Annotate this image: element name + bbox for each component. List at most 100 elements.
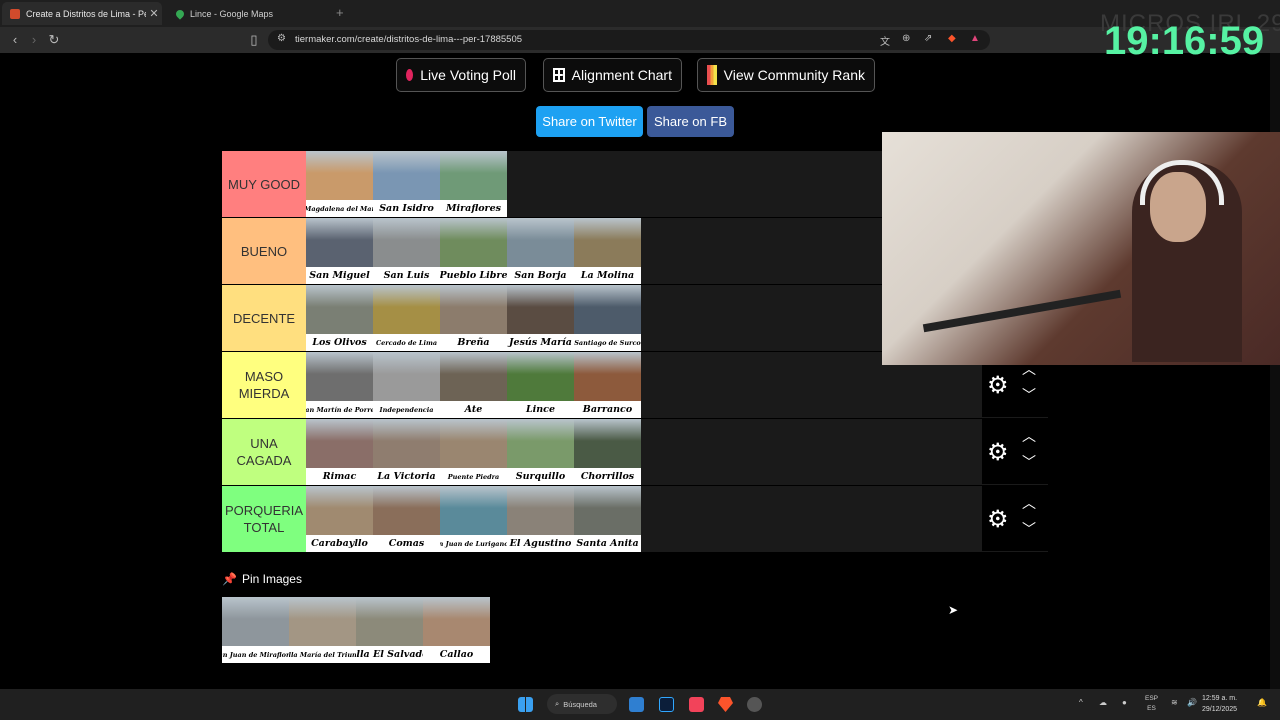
pin-images-toggle[interactable]: 📌 Pin Images	[222, 572, 302, 586]
district-photo	[306, 352, 373, 401]
system-clock[interactable]: 12:59 a. m. 29/12/2025	[1202, 693, 1237, 715]
district-image-card[interactable]: San Martín de Porres	[306, 352, 373, 418]
district-photo	[507, 352, 574, 401]
address-bar[interactable]: ⚙ tiermaker.com/create/distritos-de-lima…	[268, 30, 990, 50]
cloud-icon[interactable]: ☁	[1099, 698, 1107, 707]
district-image-card[interactable]: Barranco	[574, 352, 641, 418]
district-image-card[interactable]: Santiago de Surco	[574, 285, 641, 351]
windows-start-icon[interactable]	[518, 697, 533, 712]
bookmark-icon[interactable]: ▯	[245, 31, 263, 49]
district-image-card[interactable]: Santa Anita	[574, 486, 641, 552]
tier-row: DECENTE Los Olivos Cercado de Lima Breña Jes…	[222, 284, 882, 351]
site-info-icon[interactable]: ⚙	[277, 33, 286, 44]
district-image-card[interactable]: Chorrillos	[574, 419, 641, 485]
district-image-card[interactable]: Pueblo Libre	[440, 218, 507, 284]
district-image-card[interactable]: Breña	[440, 285, 507, 351]
district-image-card[interactable]: San Miguel	[306, 218, 373, 284]
language-indicator[interactable]: ESP ES	[1145, 694, 1158, 714]
district-image-card[interactable]: San Juan de Lurigancho	[440, 486, 507, 552]
district-image-card[interactable]: Villa María del Triunfo	[289, 597, 356, 663]
district-photo	[289, 597, 356, 646]
tier-row: PORQUERIA TOTAL Carabayllo Comas San Juan d…	[222, 485, 1048, 552]
move-tier-down-chevron-icon[interactable]: ﹀	[1022, 519, 1036, 539]
close-tab-icon[interactable]: ✕	[146, 7, 162, 20]
tier-settings-gear-icon[interactable]: ⚙	[987, 505, 1009, 534]
music-icon[interactable]	[689, 697, 704, 712]
district-photo	[507, 285, 574, 334]
url-text[interactable]: tiermaker.com/create/distritos-de-lima--…	[295, 34, 522, 45]
tier-settings-gear-icon[interactable]: ⚙	[987, 371, 1009, 400]
brave-rewards-icon[interactable]: ▲	[970, 33, 980, 44]
store-icon[interactable]	[629, 697, 644, 712]
move-tier-up-chevron-icon[interactable]: ︿	[1022, 426, 1036, 446]
district-image-card[interactable]: Cercado de Lima	[373, 285, 440, 351]
pin-images-label: Pin Images	[241, 572, 302, 586]
new-tab-button[interactable]: +	[336, 5, 344, 20]
district-image-card[interactable]: Puente Piedra	[440, 419, 507, 485]
district-photo	[507, 218, 574, 267]
photoshop-icon[interactable]	[659, 697, 674, 712]
tray-chevron-icon[interactable]: ^	[1079, 698, 1083, 707]
district-caption: Independencia	[379, 405, 434, 414]
microphone-icon[interactable]: ●	[1122, 698, 1127, 707]
alignment-chart-button[interactable]: Alignment Chart	[543, 58, 682, 92]
district-caption: Jesús María	[509, 337, 572, 348]
tier-items: Los Olivos Cercado de Lima Breña Jesús Marí…	[306, 285, 641, 351]
district-image-card[interactable]: Los Olivos	[306, 285, 373, 351]
tier-label[interactable]: UNA CAGADA	[222, 419, 306, 485]
district-image-card[interactable]: Comas	[373, 486, 440, 552]
district-caption: San Miguel	[309, 270, 370, 281]
district-image-card[interactable]: San Isidro	[373, 151, 440, 217]
move-tier-down-chevron-icon[interactable]: ﹀	[1022, 452, 1036, 472]
translate-icon[interactable]: 文	[880, 33, 890, 48]
tier-settings-gear-icon[interactable]: ⚙	[987, 438, 1009, 467]
tier-label[interactable]: MASO MIERDA	[222, 352, 306, 418]
tier-label[interactable]: MUY GOOD	[222, 151, 306, 217]
move-tier-up-chevron-icon[interactable]: ︿	[1022, 493, 1036, 513]
district-image-card[interactable]: Jesús María	[507, 285, 574, 351]
district-image-card[interactable]: Miraflores	[440, 151, 507, 217]
move-tier-down-chevron-icon[interactable]: ﹀	[1022, 385, 1036, 405]
district-image-card[interactable]: La Victoria	[373, 419, 440, 485]
share-icon[interactable]: ⇗	[924, 33, 932, 44]
forward-icon[interactable]: ›	[25, 31, 43, 49]
tab-title: Create a Distritos de Lima - Peru	[26, 8, 146, 19]
view-community-rank-button[interactable]: View Community Rank	[697, 58, 875, 92]
district-image-card[interactable]: Surquillo	[507, 419, 574, 485]
share-twitter-button[interactable]: Share on Twitter	[536, 106, 643, 137]
district-image-card[interactable]: Callao	[423, 597, 490, 663]
district-photo	[373, 151, 440, 200]
district-image-card[interactable]: San Luis	[373, 218, 440, 284]
taskbar-search[interactable]: ⌕ Búsqueda	[547, 694, 617, 714]
reload-icon[interactable]: ↻	[45, 31, 63, 49]
back-icon[interactable]: ‹	[6, 31, 24, 49]
wifi-icon[interactable]: ≋	[1171, 698, 1178, 707]
zoom-icon[interactable]: ⊕	[902, 33, 910, 44]
share-fb-button[interactable]: Share on FB	[647, 106, 734, 137]
district-photo	[306, 419, 373, 468]
tier-label[interactable]: BUENO	[222, 218, 306, 284]
district-image-card[interactable]: Independencia	[373, 352, 440, 418]
taskbar-search-label: Búsqueda	[563, 699, 597, 709]
tab-tiermaker[interactable]: Create a Distritos de Lima - Peru ✕	[2, 2, 162, 25]
district-image-card[interactable]: El Agustino	[507, 486, 574, 552]
live-voting-poll-button[interactable]: Live Voting Poll	[396, 58, 526, 92]
district-image-card[interactable]: San Borja	[507, 218, 574, 284]
district-image-card[interactable]: Magdalena del Mar	[306, 151, 373, 217]
district-image-card[interactable]: La Molina	[574, 218, 641, 284]
district-photo	[440, 419, 507, 468]
tier-label[interactable]: DECENTE	[222, 285, 306, 351]
tier-label[interactable]: PORQUERIA TOTAL	[222, 486, 306, 552]
district-image-card[interactable]: Lince	[507, 352, 574, 418]
district-image-card[interactable]: Villa El Salvador	[356, 597, 423, 663]
district-image-card[interactable]: Rimac	[306, 419, 373, 485]
district-photo	[373, 486, 440, 535]
obs-icon[interactable]	[747, 697, 762, 712]
district-image-card[interactable]: Ate	[440, 352, 507, 418]
tab-google-maps[interactable]: Lince - Google Maps	[168, 2, 333, 25]
brave-shields-icon[interactable]: ◆	[948, 33, 956, 44]
district-image-card[interactable]: San Juan de Miraflores	[222, 597, 289, 663]
volume-icon[interactable]: 🔊	[1187, 698, 1197, 707]
notification-bell-icon[interactable]: 🔔	[1257, 698, 1267, 707]
district-image-card[interactable]: Carabayllo	[306, 486, 373, 552]
